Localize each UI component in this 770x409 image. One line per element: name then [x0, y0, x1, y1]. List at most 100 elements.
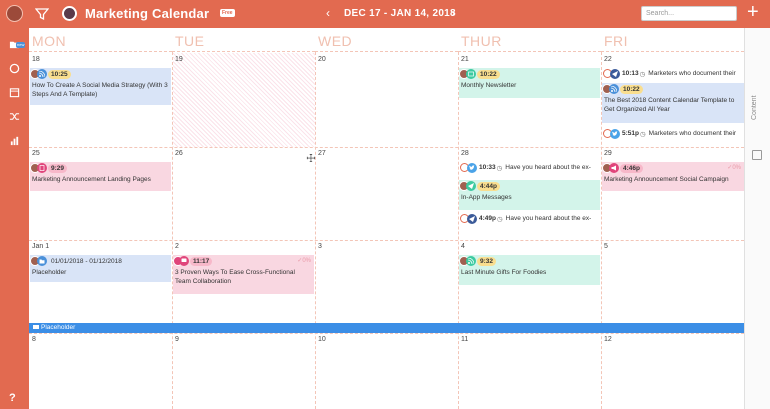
- calendar-icon[interactable]: [8, 86, 21, 99]
- event-title: How To Create A Social Media Strategy (W…: [32, 82, 168, 98]
- day-header-thur: THUR: [458, 28, 601, 52]
- rss-icon: [609, 84, 619, 94]
- event-title: Have you heard about the ex-: [505, 164, 591, 171]
- date-number: 22: [604, 56, 612, 63]
- grid-line: [29, 147, 744, 148]
- calendar-event[interactable]: 4:44p In-App Messages: [459, 180, 600, 210]
- next-arrow-icon[interactable]: ›: [451, 6, 455, 20]
- date-number: 11: [461, 336, 469, 343]
- content-panel[interactable]: Content: [744, 28, 770, 409]
- event-title: In-App Messages: [461, 194, 512, 201]
- event-time: 11:17: [190, 256, 213, 266]
- email-icon: [466, 69, 476, 79]
- day-header-tue: TUE: [172, 28, 315, 52]
- calendar-event[interactable]: 01/01/2018 - 01/12/2018 Placeholder: [30, 255, 171, 282]
- calendar-event[interactable]: 9:29 Marketing Announcement Landing Page…: [30, 162, 171, 191]
- twitter-icon: [467, 162, 477, 173]
- event-time: 10:25: [48, 69, 71, 79]
- calendar-event[interactable]: 5:51p ◷ Marketers who document their: [603, 128, 743, 139]
- rss-icon: [466, 256, 476, 266]
- event-time: 5:51p: [622, 130, 639, 137]
- date-number: 20: [318, 56, 326, 63]
- bar-chart-icon[interactable]: [8, 134, 21, 147]
- send-icon: [610, 68, 620, 79]
- folder-icon: [33, 325, 39, 330]
- clock-icon: ◷: [496, 164, 503, 172]
- search-input[interactable]: Search...: [641, 6, 737, 21]
- event-title: Monthly Newsletter: [461, 82, 517, 89]
- date-number: 8: [32, 336, 36, 343]
- event-title: Marketers who document their: [648, 70, 736, 77]
- help-icon[interactable]: ?: [9, 392, 16, 404]
- calendar-event[interactable]: 10:22 The Best 2018 Content Calendar Tem…: [602, 83, 744, 123]
- calendar-color-icon[interactable]: [62, 6, 77, 21]
- content-panel-label[interactable]: Content: [751, 95, 758, 120]
- date-number: 25: [32, 150, 40, 157]
- event-time: 10:33: [479, 164, 496, 171]
- date-number: 2: [175, 243, 179, 250]
- chat-icon: [179, 256, 189, 266]
- progress-text: ✓0%: [727, 165, 741, 171]
- shuffle-icon[interactable]: [8, 110, 21, 123]
- grid-line: [29, 333, 744, 334]
- calendar-event[interactable]: 10:22 Monthly Newsletter: [459, 68, 600, 98]
- twitter-icon: [610, 128, 620, 139]
- grid-line: [458, 52, 459, 409]
- grid-line: [315, 52, 316, 409]
- date-number: 3: [318, 243, 322, 250]
- event-time: 4:44p: [477, 181, 500, 191]
- banner-label: Placeholder: [41, 324, 76, 331]
- day-header-wed: WED: [315, 28, 458, 52]
- event-time: 10:22: [477, 69, 500, 79]
- date-number: 10: [318, 336, 326, 343]
- filter-icon[interactable]: [34, 7, 50, 21]
- event-title: Last Minute Gifts For Foodies: [461, 269, 547, 276]
- folder-icon: [37, 256, 47, 266]
- send-icon: [467, 213, 477, 224]
- user-avatar[interactable]: [6, 5, 23, 22]
- send-icon: [466, 181, 476, 191]
- page-icon: [37, 163, 47, 173]
- date-range[interactable]: DEC 17 - JAN 14, 2018: [344, 8, 456, 19]
- cursor-icon: ☩: [306, 153, 316, 165]
- rss-icon: [37, 69, 47, 79]
- event-title: Have you heard about the ex-: [505, 215, 592, 222]
- event-title: Marketing Announcement Landing Pages: [32, 176, 151, 183]
- calendar-event[interactable]: 10:13 ◷ Marketers who document their: [603, 68, 743, 79]
- calendar-event[interactable]: 10:25 How To Create A Social Media Strat…: [30, 68, 171, 105]
- add-icon[interactable]: +: [747, 1, 759, 24]
- date-number: 4: [461, 243, 465, 250]
- page-title: Marketing Calendar: [85, 6, 210, 21]
- plan-badge: Free: [220, 9, 235, 17]
- clock-icon: ◷: [639, 130, 646, 138]
- grid-line: [29, 240, 744, 241]
- date-number: 21: [461, 56, 469, 63]
- calendar-event[interactable]: 10:33 ◷ Have you heard about the ex-: [460, 162, 600, 173]
- event-time: 4:49p: [479, 215, 496, 222]
- date-number: 26: [175, 150, 183, 157]
- circle-icon[interactable]: [8, 62, 21, 75]
- event-date-range: 01/01/2018 - 01/12/2018: [51, 257, 122, 265]
- date-number: 28: [461, 150, 469, 157]
- left-sidebar: new ?: [0, 0, 29, 409]
- calendar-event[interactable]: 4:49p ◷ Have you heard about the ex-: [460, 213, 600, 224]
- multi-day-event-banner[interactable]: Placeholder: [29, 323, 744, 333]
- calendar-event[interactable]: 11:17 ✓0% 3 Proven Ways To Ease Cross-Fu…: [173, 255, 314, 294]
- event-title: Marketers who document their: [648, 130, 737, 137]
- calendar-event[interactable]: 4:46p ✓0% Marketing Announcement Social …: [602, 162, 744, 191]
- event-time: 9:29: [48, 163, 68, 173]
- day-header-fri: FRI: [601, 28, 744, 52]
- date-number: 29: [604, 150, 612, 157]
- document-icon[interactable]: [752, 150, 762, 160]
- past-day-cell: [173, 53, 315, 147]
- date-number: Jan 1: [32, 243, 50, 250]
- new-badge: new: [16, 42, 26, 48]
- date-number: 12: [604, 336, 612, 343]
- date-number: 18: [32, 56, 40, 63]
- calendar-event[interactable]: 9:32 Last Minute Gifts For Foodies: [459, 255, 600, 285]
- prev-arrow-icon[interactable]: ‹: [326, 6, 330, 20]
- date-number: 5: [604, 243, 608, 250]
- event-title: Marketing Announcement Social Campaign: [604, 176, 729, 183]
- calendar-grid: MON TUE WED THUR FRI 18 19 20 21 22 25 2…: [29, 28, 744, 409]
- event-title: 3 Proven Ways To Ease Cross-Functional T…: [175, 269, 295, 285]
